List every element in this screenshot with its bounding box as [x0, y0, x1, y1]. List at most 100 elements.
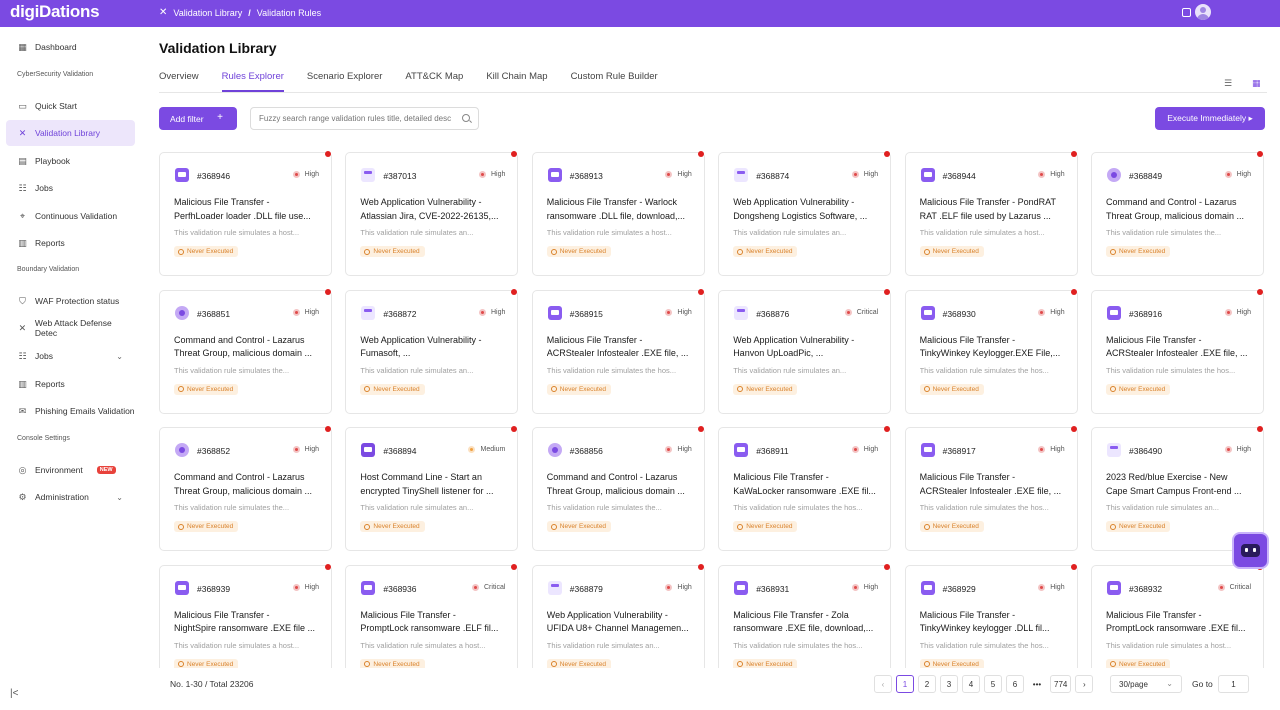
rule-card[interactable]: #368872 High Web Application Vulnerability… [345, 288, 519, 414]
page-button[interactable]: 5 [984, 675, 1002, 693]
rule-id: #368946 [197, 171, 231, 181]
rule-id: #368916 [1129, 308, 1163, 319]
chevron-down-icon[interactable]: ⌄ [116, 352, 123, 361]
rule-card[interactable]: #368879 High Web Application Vulnerability… [531, 563, 705, 668]
sidebar-item-continuous-validation[interactable]: ⌖ Continuous Validation [6, 203, 135, 229]
sidebar-item-validation-library[interactable]: ✕ Validation Library [6, 120, 135, 146]
sidebar-item-web-attack-defense-detec[interactable]: ✕ Web Attack Defense Detec [6, 315, 135, 341]
page-size-select[interactable]: 30/page ⌄ [1110, 675, 1182, 693]
rule-card[interactable]: #368911 High Malicious File Transfer - KaWa… [718, 426, 892, 551]
rule-card[interactable]: #368874 High Web Application Vulnerability… [718, 151, 892, 276]
sidebar-item-quick-start[interactable]: ▭ Quick Start [6, 93, 135, 119]
tab-rules-explorer[interactable]: Rules Explorer [221, 71, 284, 92]
search-field[interactable] [250, 107, 479, 130]
sidebar-item-reports[interactable]: ▥ Reports [6, 371, 135, 397]
rule-id: #368917 [942, 446, 976, 456]
rule-card[interactable]: #368939 High Malicious File Transfer - Nigh… [159, 563, 332, 668]
page-button[interactable]: 1 [896, 675, 914, 693]
sidebar-item-jobs[interactable]: ☷ Jobs ⌄ [6, 343, 135, 369]
rule-card[interactable]: #368929 High Malicious File Transfer - Tink… [904, 563, 1078, 668]
add-filter-button[interactable]: Add filter + [159, 107, 237, 130]
prev-page-button[interactable]: ‹ [874, 675, 892, 693]
rule-id: #368932 [1129, 583, 1163, 594]
rule-card[interactable]: #368931 High Malicious File Transfer - Zol… [718, 563, 892, 668]
search-icon[interactable] [462, 114, 470, 122]
page-button[interactable]: 2 [918, 675, 936, 693]
grid-view-icon[interactable]: ▦ [1252, 78, 1261, 89]
sidebar-item-reports[interactable]: ▥ Reports [6, 230, 135, 256]
next-page-button[interactable]: › [1075, 675, 1094, 693]
rule-card[interactable]: #368936 Critical Malicious File Transfer -… [345, 563, 519, 668]
page-button[interactable]: 774 [1050, 675, 1072, 693]
rule-title: Malicious File Transfer - KaWaLocker rans… [733, 471, 879, 498]
collapse-sidebar-icon[interactable]: |< [10, 688, 18, 699]
rule-title: Web Application Vulnerability - UFIDA U8+… [547, 609, 693, 636]
tab-att-ck-map[interactable]: ATT&CK Map [405, 71, 463, 92]
rule-title-line: ACRStealer Infostealer .EXE file, ... [1106, 348, 1248, 358]
sidebar-item-jobs[interactable]: ☷ Jobs [6, 175, 135, 201]
rule-title-line: Malicious File Transfer - [919, 472, 1016, 482]
file-transfer-icon [920, 305, 935, 320]
rule-card[interactable]: #368851 High Command and Control - Lazarus… [159, 288, 332, 414]
page-ellipsis[interactable]: ••• [1028, 675, 1046, 693]
rule-title-line: PromptLock ransomware .EXE fil... [1106, 623, 1246, 633]
rule-card[interactable]: #368894 Medium Host Command Line - Start a… [345, 426, 519, 551]
page-button[interactable]: 4 [962, 675, 980, 693]
rule-id: #368915 [569, 308, 603, 319]
clock-icon [1110, 523, 1116, 530]
rule-card[interactable]: #368932 Critical Malicious File Transfer -… [1091, 563, 1264, 668]
sidebar-item-label: Administration [35, 492, 89, 502]
status-badge: Never Executed [360, 521, 425, 532]
goto-input[interactable]: 1 [1218, 675, 1249, 693]
list-view-icon[interactable]: ☰ [1224, 78, 1232, 89]
severity-icon [665, 583, 673, 591]
rule-card[interactable]: #368916 High Malicious File Transfer - ACRS… [1091, 288, 1264, 414]
tab-kill-chain-map[interactable]: Kill Chain Map [486, 71, 547, 92]
app-logo[interactable]: digiDations [10, 2, 100, 22]
rule-card[interactable]: #368944 High Malicious File Transfer - Pon… [904, 151, 1078, 276]
assistant-bot-icon[interactable] [1232, 532, 1269, 569]
rule-title-line: ransomware .EXE file, download,... [733, 623, 874, 633]
sidebar-item-environment[interactable]: ◎ Environment NEW [6, 457, 135, 483]
severity-badge: High [1224, 446, 1251, 453]
user-avatar[interactable] [1195, 4, 1211, 20]
severity-badge: Medium [468, 446, 505, 453]
execute-immediately-button[interactable]: Execute Immediately ▸ [1155, 107, 1265, 130]
rule-card[interactable]: #368849 High Command and Control - Lazarus… [1091, 151, 1264, 276]
document-icon[interactable] [1182, 8, 1191, 17]
rule-card[interactable]: #368852 High Command and Control - Lazarus… [159, 426, 332, 551]
rule-title-line: Malicious File Transfer - [174, 609, 270, 620]
severity-badge: High [292, 308, 319, 316]
rule-card[interactable]: #368930 High Malicious File Transfer - Tink… [904, 288, 1078, 414]
tab-scenario-explorer[interactable]: Scenario Explorer [307, 71, 383, 92]
unread-dot [1070, 563, 1077, 570]
tab-overview[interactable]: Overview [159, 71, 199, 92]
sidebar-item-administration[interactable]: ⚙ Administration ⌄ [6, 484, 135, 510]
chevron-down-icon[interactable]: ⌄ [116, 493, 123, 502]
rule-title: Command and Control - Lazarus Threat Grou… [174, 334, 320, 361]
search-input[interactable] [259, 114, 457, 123]
sidebar-item-label: Playbook [35, 156, 70, 166]
sidebar-item-waf-protection-status[interactable]: ⛉ WAF Protection status [6, 288, 135, 314]
rule-title-line: ACRStealer Infostealer .EXE file, ... [546, 348, 689, 358]
rule-card[interactable]: #368856 High Command and Control - Lazarus… [531, 426, 705, 551]
gear-icon: ⚙ [18, 491, 27, 502]
rule-card[interactable]: #368946 High Malicious File Transfer - Perf… [159, 151, 332, 276]
sidebar-item-playbook[interactable]: ▤ Playbook [6, 148, 135, 174]
rule-card[interactable]: #368915 High Malicious File Transfer - ACRS… [531, 288, 705, 414]
sidebar-item-phishing-emails-validation[interactable]: ✉ Phishing Emails Validation [6, 398, 135, 424]
breadcrumb-item[interactable]: Validation Library [173, 8, 242, 18]
rule-card[interactable]: #368917 High Malicious File Transfer - ACRS… [904, 426, 1078, 551]
page-button[interactable]: 6 [1006, 675, 1024, 693]
severity-label: Critical [856, 308, 879, 316]
breadcrumb: ✕ Validation Library / Validation Rules [159, 7, 321, 18]
rule-card[interactable]: #387013 High Web Application Vulnerability… [345, 151, 519, 276]
rule-title-line: Command and Control - Lazarus [174, 334, 305, 345]
tab-custom-rule-builder[interactable]: Custom Rule Builder [571, 71, 658, 92]
sidebar-item-dashboard[interactable]: ▦ Dashboard [6, 34, 135, 60]
rule-card[interactable]: #368876 Critical Web Application Vulnerabi… [718, 288, 892, 414]
clock-icon [737, 248, 744, 255]
page-button[interactable]: 3 [940, 675, 958, 693]
file-transfer-icon [920, 168, 935, 182]
rule-card[interactable]: #368913 High Malicious File Transfer - War… [531, 151, 705, 276]
